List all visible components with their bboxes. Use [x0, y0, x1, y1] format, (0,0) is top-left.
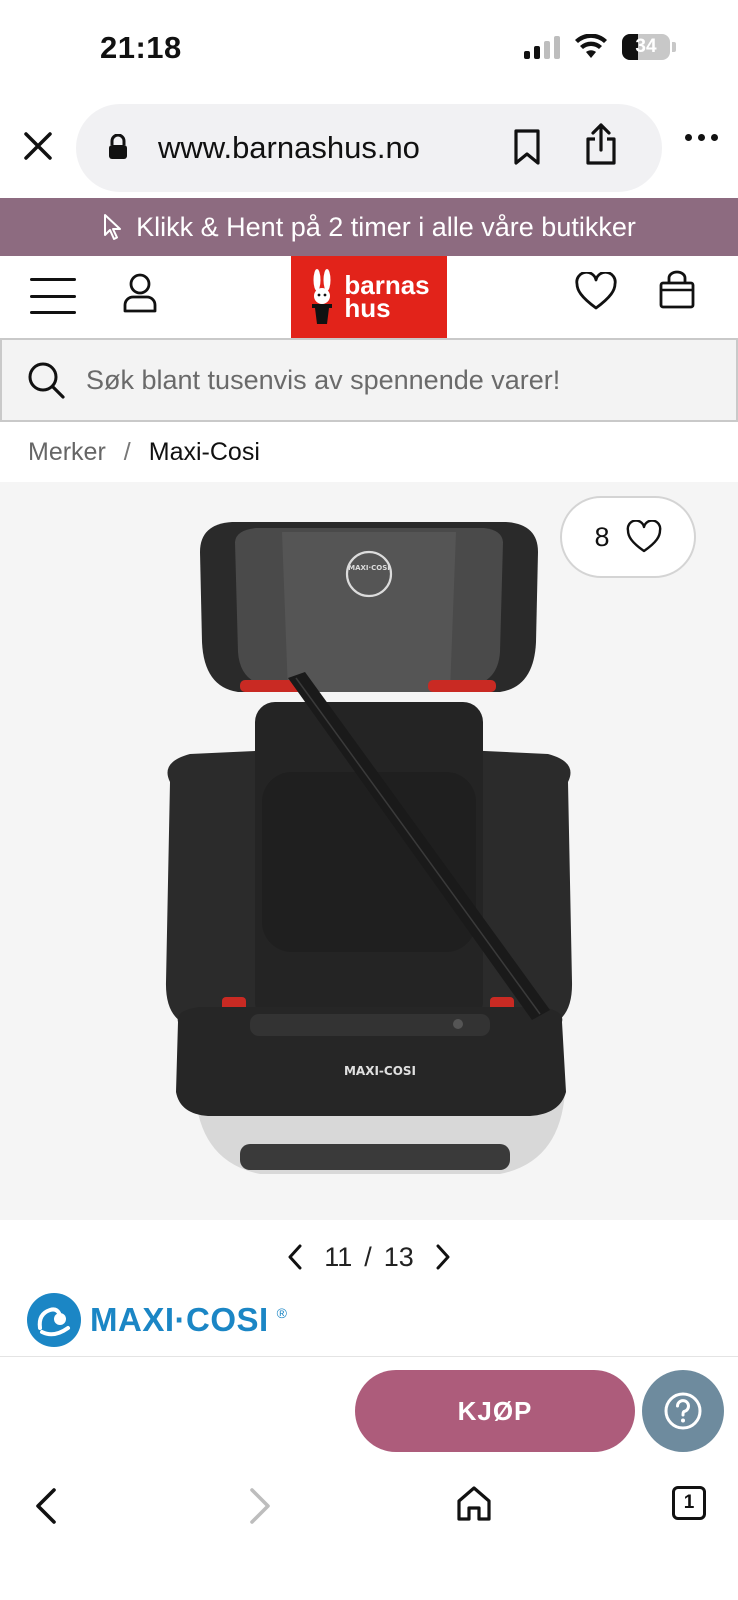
- back-icon[interactable]: [30, 1486, 64, 1526]
- question-icon: [664, 1392, 702, 1430]
- hamburger-menu-icon[interactable]: [30, 278, 76, 314]
- breadcrumb-separator: /: [123, 438, 131, 466]
- search-input[interactable]: [86, 358, 706, 402]
- chevron-left-icon: [288, 1244, 302, 1270]
- wifi-icon: [575, 34, 607, 58]
- image-pager: 11 / 13: [0, 1236, 738, 1278]
- favorite-count: 8: [594, 521, 610, 552]
- breadcrumb: Merker / Maxi-Cosi: [28, 438, 260, 467]
- wishlist-heart-icon[interactable]: [575, 272, 617, 312]
- seat-base-logo: MAXI-COSI: [344, 1064, 416, 1078]
- bunny-hat-icon: [312, 269, 333, 324]
- account-icon[interactable]: [122, 272, 158, 314]
- logo-line-2: hus: [344, 293, 391, 323]
- more-options-icon[interactable]: [685, 134, 718, 141]
- cursor-icon: [104, 214, 122, 240]
- url-text: www.barnashus.no: [158, 130, 420, 165]
- status-bar: 21:18 34: [0, 0, 738, 100]
- browser-toolbar: 1: [0, 1466, 738, 1600]
- brand-logo-maxi-cosi[interactable]: MAXI·COSI ®: [26, 1292, 287, 1348]
- previous-image-button[interactable]: [278, 1240, 312, 1274]
- pager-total: 13: [383, 1241, 414, 1272]
- search-icon: [28, 362, 65, 399]
- forward-icon[interactable]: [242, 1486, 276, 1526]
- promo-banner[interactable]: Klikk & Hent på 2 timer i alle våre buti…: [0, 198, 738, 256]
- breadcrumb-current: Maxi-Cosi: [148, 438, 260, 466]
- promo-text: Klikk & Hent på 2 timer i alle våre buti…: [136, 211, 636, 242]
- next-image-button[interactable]: [426, 1240, 460, 1274]
- close-button[interactable]: [18, 126, 58, 166]
- battery-level: 34: [635, 36, 657, 57]
- tabs-button[interactable]: 1: [672, 1486, 706, 1520]
- pager-separator: /: [364, 1241, 372, 1272]
- brand-name: MAXI·COSI: [90, 1301, 269, 1338]
- share-icon[interactable]: [584, 122, 618, 166]
- tab-count: 1: [683, 1492, 695, 1513]
- address-bar[interactable]: www.barnashus.no: [76, 104, 662, 192]
- search-bar[interactable]: [0, 338, 738, 422]
- barnashus-logo[interactable]: barnas hus: [291, 256, 447, 338]
- registered-mark: ®: [276, 1305, 287, 1321]
- maxi-cosi-logo-icon: [27, 1293, 81, 1347]
- battery-tip: [672, 42, 676, 52]
- status-icons: 34: [524, 34, 676, 60]
- cellular-signal-icon: [524, 35, 560, 59]
- browser-address-row: www.barnashus.no: [0, 102, 738, 194]
- breadcrumb-link-merker[interactable]: Merker: [28, 438, 106, 467]
- product-image-car-seat: MAXI·COSI MAXI-COSI: [165, 522, 573, 1174]
- logo-text: barnas hus: [344, 272, 429, 323]
- chevron-right-icon: [436, 1244, 450, 1270]
- favorite-count-button[interactable]: 8: [560, 496, 696, 578]
- bookmark-icon[interactable]: [512, 128, 542, 166]
- seat-head-logo: MAXI·COSI: [348, 564, 390, 572]
- lock-icon: [109, 134, 127, 159]
- divider: [0, 1356, 738, 1357]
- buy-button[interactable]: KJØP: [355, 1370, 635, 1452]
- site-header: barnas hus: [0, 256, 738, 338]
- status-time: 21:18: [100, 30, 182, 65]
- pager-current: 11: [324, 1241, 353, 1272]
- close-icon: [24, 132, 52, 160]
- battery-icon: 34: [622, 34, 670, 60]
- shopping-bag-icon[interactable]: [658, 270, 696, 310]
- home-icon[interactable]: [456, 1484, 492, 1522]
- heart-icon: [626, 520, 661, 553]
- help-button[interactable]: [642, 1370, 724, 1452]
- product-image-gallery[interactable]: MAXI·COSI MAXI-COSI 8: [0, 482, 738, 1220]
